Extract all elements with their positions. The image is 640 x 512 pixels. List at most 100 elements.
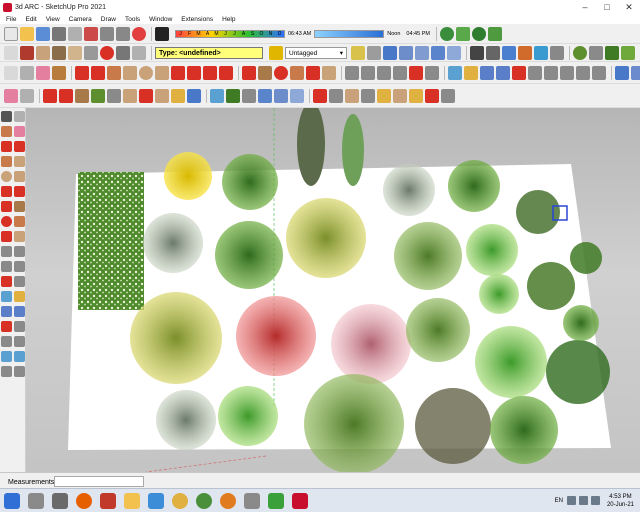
dimension-style-icon[interactable] [377, 88, 391, 103]
menu-edit[interactable]: Edit [25, 16, 36, 23]
pie-icon[interactable] [219, 65, 233, 80]
eraser-icon[interactable] [4, 88, 18, 103]
hidden-line-icon[interactable] [550, 45, 564, 60]
menu-file[interactable]: File [6, 16, 16, 23]
shrub[interactable] [546, 340, 610, 404]
tree-icon[interactable] [573, 45, 587, 60]
material-icon[interactable] [68, 45, 82, 60]
undo-icon[interactable] [100, 26, 114, 41]
camtasia-icon[interactable] [172, 492, 188, 509]
move-icon[interactable] [242, 65, 256, 80]
pink-blossom-tree[interactable] [331, 304, 411, 384]
zoom-window-icon[interactable] [496, 65, 510, 80]
push-pull-icon[interactable] [52, 45, 66, 60]
zoom-icon[interactable] [1, 306, 12, 317]
warehouse-icon[interactable] [84, 45, 98, 60]
select-arrow-icon[interactable] [1, 111, 12, 122]
pan-icon[interactable] [14, 291, 25, 302]
axes-icon[interactable] [1, 276, 12, 287]
tree[interactable] [143, 213, 203, 273]
copy-icon[interactable] [116, 45, 130, 60]
scale-icon[interactable] [1, 231, 12, 242]
rotate-icon[interactable] [1, 216, 12, 227]
soften-icon[interactable] [20, 88, 34, 103]
new-model-icon[interactable] [4, 26, 18, 41]
split-icon[interactable] [187, 88, 201, 103]
plant-icon[interactable] [605, 45, 619, 60]
kettle-icon[interactable] [244, 492, 260, 509]
battery-icon[interactable] [590, 496, 600, 505]
protractor-icon[interactable] [1, 261, 12, 272]
view-back-icon[interactable] [431, 45, 445, 60]
extension-manager-icon[interactable] [274, 88, 288, 103]
styles-icon[interactable] [14, 366, 25, 377]
cut-icon[interactable] [132, 26, 146, 41]
shaded-style-icon[interactable] [502, 45, 516, 60]
tree[interactable] [475, 326, 547, 398]
section-plane-icon[interactable] [1, 351, 12, 362]
fog-icon[interactable] [361, 88, 375, 103]
polygon-icon[interactable] [155, 65, 169, 80]
clock[interactable]: 4:53 PM 20-Jun-21 [607, 493, 634, 509]
eraser-icon[interactable] [36, 65, 50, 80]
component-browser-icon[interactable] [91, 88, 105, 103]
menu-extensions[interactable]: Extensions [181, 16, 213, 23]
pan-icon[interactable] [464, 65, 478, 80]
palm-plant[interactable] [563, 305, 599, 341]
rectangle-icon[interactable] [107, 65, 121, 80]
tree[interactable] [130, 292, 222, 384]
three-point-arc-icon[interactable] [203, 65, 217, 80]
view-front-icon[interactable] [399, 45, 413, 60]
file-explorer-icon[interactable] [124, 492, 140, 509]
maximize-button[interactable]: □ [596, 0, 618, 14]
tree[interactable] [222, 154, 278, 210]
textured-style-icon[interactable] [518, 45, 532, 60]
radius-icon[interactable] [409, 88, 423, 103]
text-icon[interactable] [14, 261, 25, 272]
rectangle-icon[interactable] [75, 88, 89, 103]
tape-measure-icon[interactable] [1, 246, 12, 257]
stamp-icon[interactable] [631, 65, 640, 80]
protractor-icon[interactable] [377, 65, 391, 80]
union-icon[interactable] [139, 88, 153, 103]
freehand-icon[interactable] [91, 65, 105, 80]
view-left-icon[interactable] [447, 45, 461, 60]
paint-bucket-icon[interactable] [52, 65, 66, 80]
push-pull-icon[interactable] [258, 65, 272, 80]
angle-icon[interactable] [425, 88, 439, 103]
rotated-rectangle-icon[interactable] [123, 65, 137, 80]
menu-help[interactable]: Help [222, 16, 235, 23]
trim-icon[interactable] [171, 88, 185, 103]
search-icon[interactable] [28, 492, 44, 509]
paste-icon[interactable] [132, 45, 146, 60]
extension-warehouse-icon[interactable] [290, 88, 304, 103]
tree[interactable] [406, 298, 470, 362]
walk-icon[interactable] [1, 336, 12, 347]
plant[interactable] [570, 242, 602, 274]
plant[interactable] [479, 274, 519, 314]
tag-icon[interactable] [351, 45, 365, 60]
measure-icon[interactable] [441, 88, 455, 103]
print-icon[interactable] [52, 26, 66, 41]
chrome-icon[interactable] [196, 492, 212, 509]
outliner-icon[interactable] [107, 88, 121, 103]
polygon-icon[interactable] [14, 171, 25, 182]
xray-style-icon[interactable] [470, 45, 484, 60]
sketchup-icon[interactable] [292, 492, 308, 509]
sandbox-icon[interactable] [615, 65, 629, 80]
look-around-icon[interactable] [576, 65, 590, 80]
tree[interactable] [383, 164, 435, 216]
tree-icon[interactable] [439, 26, 454, 41]
sandbox-icon[interactable] [14, 351, 25, 362]
recorder-icon[interactable] [220, 492, 236, 509]
tree[interactable] [218, 386, 278, 446]
entity-type-field[interactable]: Type: <undefined> [155, 46, 263, 59]
solid-tools-icon[interactable] [123, 88, 137, 103]
tree[interactable] [215, 221, 283, 289]
hedge-block[interactable] [78, 172, 144, 310]
wireframe-style-icon[interactable] [486, 45, 500, 60]
volume-icon[interactable] [578, 496, 588, 505]
menu-window[interactable]: Window [149, 16, 172, 23]
match-photo-icon[interactable] [258, 88, 272, 103]
save-icon[interactable] [36, 26, 50, 41]
